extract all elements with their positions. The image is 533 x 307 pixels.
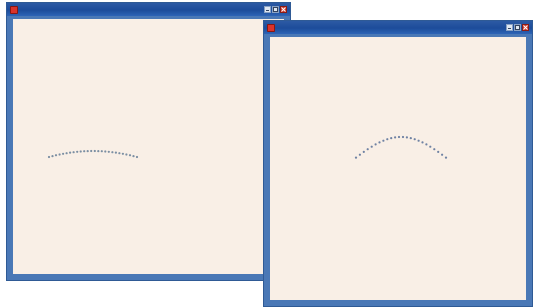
minimize-button[interactable] <box>506 24 513 31</box>
curve-point <box>135 155 139 159</box>
window-controls <box>264 6 287 13</box>
curve-point <box>79 150 82 153</box>
curve-point <box>441 153 444 156</box>
curve-plot <box>354 135 448 159</box>
close-button[interactable] <box>522 24 529 31</box>
curve-point <box>409 137 412 140</box>
curve-point <box>104 150 107 153</box>
curve-point <box>417 139 420 142</box>
curve-point <box>76 150 79 153</box>
curve-point <box>86 150 89 153</box>
curve-point <box>114 151 117 154</box>
curve-point <box>437 150 440 153</box>
maximize-button[interactable] <box>272 6 279 13</box>
curve-point <box>125 153 128 156</box>
curve-point <box>425 143 428 146</box>
curve-point <box>390 137 393 140</box>
curve-point <box>65 152 68 155</box>
curve-point <box>421 141 424 144</box>
curve-point <box>90 149 93 153</box>
close-button[interactable] <box>280 6 287 13</box>
window-controls <box>506 24 529 31</box>
app-icon <box>10 6 18 14</box>
curve-point <box>382 139 385 142</box>
close-icon <box>281 7 286 12</box>
curve-point <box>97 150 100 153</box>
curve-point <box>47 155 51 159</box>
minimize-icon <box>266 10 269 11</box>
curve-point <box>394 136 397 139</box>
curve-point <box>58 153 61 156</box>
curve-point <box>413 138 416 141</box>
curve-point <box>62 152 65 155</box>
title-bar[interactable] <box>264 21 532 34</box>
curve-point <box>83 150 86 153</box>
curve-point <box>72 151 75 154</box>
curve-point <box>118 152 121 155</box>
window-left[interactable] <box>6 2 291 281</box>
curve-point <box>401 135 405 139</box>
curve-point <box>111 151 114 154</box>
window-right[interactable] <box>263 20 533 307</box>
minimize-icon <box>508 28 511 29</box>
minimize-button[interactable] <box>264 6 271 13</box>
curve-point <box>362 150 365 153</box>
curve-point <box>100 150 103 153</box>
curve-point <box>370 145 373 148</box>
curve-point <box>128 154 132 157</box>
close-icon <box>523 25 528 30</box>
curve-point <box>51 155 54 158</box>
maximize-icon <box>273 7 278 12</box>
app-icon <box>267 24 275 32</box>
curve-point <box>429 145 432 148</box>
curve-point <box>54 154 58 157</box>
curve-point <box>378 141 381 144</box>
client-area <box>270 37 526 300</box>
curve-point <box>354 156 358 159</box>
curve-point <box>69 151 72 154</box>
curve-point <box>358 153 361 156</box>
curve-point <box>444 156 448 159</box>
curve-point <box>405 136 408 139</box>
curve-point <box>121 152 124 155</box>
curve-point <box>433 148 436 151</box>
client-area <box>13 19 284 274</box>
curve-point <box>93 149 96 153</box>
title-bar[interactable] <box>7 3 290 16</box>
maximize-button[interactable] <box>514 24 521 31</box>
curve-point <box>107 150 110 153</box>
curve-point <box>397 135 401 139</box>
curve-plot <box>47 149 139 159</box>
curve-point <box>132 155 135 158</box>
maximize-icon <box>515 25 520 30</box>
curve-point <box>366 148 369 151</box>
curve-point <box>374 143 377 146</box>
curve-point <box>386 138 389 141</box>
